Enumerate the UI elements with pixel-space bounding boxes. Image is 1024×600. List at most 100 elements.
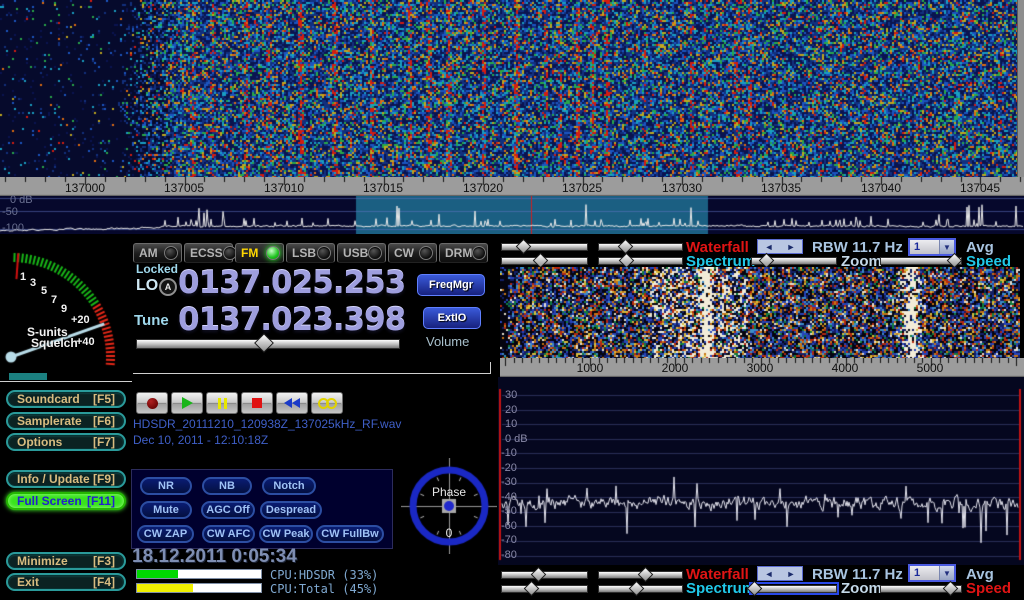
avg-dropdown[interactable]: 1 ▼ xyxy=(908,238,956,256)
avg-dropdown-2[interactable]: 1 ▼ xyxy=(908,564,956,582)
rewind-button[interactable] xyxy=(276,392,308,414)
cw-afc-button[interactable]: CW AFC xyxy=(202,525,255,543)
freq-tick-label: 137010 xyxy=(264,181,304,195)
record-icon xyxy=(147,398,158,409)
soundcard-button[interactable]: Soundcard[F5] xyxy=(6,390,126,408)
button-label: Despread xyxy=(266,504,316,516)
nr-button[interactable]: NR xyxy=(140,477,192,495)
info-update-button[interactable]: Info / Update[F9] xyxy=(6,470,126,488)
button-label: Mute xyxy=(153,504,179,516)
freq-tick-label: 137030 xyxy=(662,181,702,195)
zoom-label-2: Zoom xyxy=(841,580,882,597)
af-db-label: 10 xyxy=(505,418,517,430)
af-db-label: 20 xyxy=(505,404,517,416)
s-meter-tick-label: 1 xyxy=(20,271,26,283)
cpu-total-fill xyxy=(137,584,193,592)
volume-slider[interactable] xyxy=(136,338,400,350)
nb-button[interactable]: NB xyxy=(202,477,252,495)
af-tick-label: 5000 xyxy=(917,361,944,375)
local-datetime: 18.12.2011 0:05:34 xyxy=(132,546,297,568)
mode-button-drm[interactable]: DRM xyxy=(439,243,488,263)
squelch-label[interactable]: Squelch xyxy=(31,336,78,350)
cw-fullbw-button[interactable]: CW FullBw xyxy=(316,525,384,543)
fullscreen-button[interactable]: Full Screen[F11] xyxy=(6,492,126,510)
af-spectrum-display[interactable] xyxy=(498,377,1024,565)
notch-button[interactable]: Notch xyxy=(262,477,316,495)
samplerate-button[interactable]: Samplerate[F6] xyxy=(6,412,126,430)
zoom-slider-2[interactable] xyxy=(751,584,837,593)
button-label: Full Screen xyxy=(17,494,82,508)
mode-button-cw[interactable]: CW xyxy=(388,243,437,263)
despread-button[interactable]: Despread xyxy=(260,501,322,519)
arrow-right-icon[interactable]: ► xyxy=(780,240,802,253)
cw-peak-button[interactable]: CW Peak xyxy=(259,525,313,543)
button-hotkey: [F9] xyxy=(93,472,115,486)
af-db-label: -50 xyxy=(501,505,517,517)
auto-lock-badge[interactable]: A xyxy=(159,278,177,296)
mode-label: FM xyxy=(241,246,258,260)
mode-button-fm[interactable]: FM xyxy=(235,243,284,263)
speed-slider[interactable] xyxy=(880,256,962,265)
zoom-slider[interactable] xyxy=(751,256,837,265)
stop-button[interactable] xyxy=(241,392,273,414)
dropdown-arrow-icon[interactable]: ▼ xyxy=(939,566,954,580)
button-label: Minimize xyxy=(17,554,68,568)
arrow-left-icon[interactable]: ◄ xyxy=(758,240,780,253)
button-label: Options xyxy=(17,435,62,449)
brightness-slider[interactable] xyxy=(598,242,683,251)
arrow-left-icon[interactable]: ◄ xyxy=(758,567,780,580)
button-label: Samplerate xyxy=(17,414,82,428)
minimize-button[interactable]: Minimize[F3] xyxy=(6,552,126,570)
dropdown-arrow-icon[interactable]: ▼ xyxy=(939,240,954,254)
button-label: CW ZAP xyxy=(144,528,187,540)
mode-button-am[interactable]: AM xyxy=(133,243,182,263)
play-icon xyxy=(182,397,193,409)
contrast-slider[interactable] xyxy=(501,242,588,251)
speed-label-2[interactable]: Speed xyxy=(966,580,1011,597)
pause-button[interactable] xyxy=(206,392,238,414)
squelch-level-bar[interactable] xyxy=(9,373,47,380)
cw-zap-button[interactable]: CW ZAP xyxy=(137,525,194,543)
lo-label[interactable]: LO xyxy=(136,277,158,295)
freqmgr-button[interactable]: FreqMgr xyxy=(417,274,485,296)
lo-frequency-display[interactable]: 0137.025.253 xyxy=(178,265,405,301)
s-meter-tick-label: 7 xyxy=(51,294,57,306)
extio-button[interactable]: ExtIO xyxy=(423,307,481,329)
s-meter-tick-label: 9 xyxy=(61,303,67,315)
exit-button[interactable]: Exit[F4] xyxy=(6,573,126,591)
loop-button[interactable] xyxy=(311,392,343,414)
spectrum-lower-slider[interactable] xyxy=(598,256,683,265)
contrast-slider-2[interactable] xyxy=(501,570,588,579)
play-button[interactable] xyxy=(171,392,203,414)
agc-off-button[interactable]: AGC Off xyxy=(201,501,255,519)
speed-slider-2[interactable] xyxy=(880,584,962,593)
spectrum-upper-slider[interactable] xyxy=(501,256,588,265)
brightness-slider-2[interactable] xyxy=(598,570,683,579)
mode-button-ecss[interactable]: ECSS xyxy=(184,243,233,263)
cpu-total-bar xyxy=(136,583,262,593)
main-spectrum-display[interactable] xyxy=(0,196,1024,234)
tune-label[interactable]: Tune xyxy=(134,312,169,329)
af-db-label: -70 xyxy=(501,534,517,546)
spectrum-upper-slider-2[interactable] xyxy=(501,584,588,593)
mode-label: DRM xyxy=(445,246,472,260)
mode-button-usb[interactable]: USB xyxy=(337,243,386,263)
spectrum-label-2[interactable]: Spectrum xyxy=(686,580,755,597)
record-button[interactable] xyxy=(136,392,168,414)
mode-button-lsb[interactable]: LSB xyxy=(286,243,335,263)
options-button[interactable]: Options[F7] xyxy=(6,433,126,451)
spectrum-lower-slider-2[interactable] xyxy=(598,584,683,593)
main-waterfall-display[interactable] xyxy=(0,0,1017,177)
tune-frequency-display[interactable]: 0137.023.398 xyxy=(178,302,405,338)
af-waterfall-display[interactable] xyxy=(500,267,1020,358)
mode-led-icon xyxy=(164,246,178,260)
arrow-right-icon[interactable]: ► xyxy=(780,567,802,580)
db-label: -100 xyxy=(2,222,24,234)
rbw-spinner-2[interactable]: ◄ ► xyxy=(757,566,803,581)
mode-label: AM xyxy=(139,246,158,260)
cpu-hdsdr-fill xyxy=(137,570,178,578)
mode-led-icon xyxy=(266,246,280,260)
mute-button[interactable]: Mute xyxy=(140,501,192,519)
rbw-spinner[interactable]: ◄ ► xyxy=(757,239,803,254)
button-label: Notch xyxy=(273,480,304,492)
